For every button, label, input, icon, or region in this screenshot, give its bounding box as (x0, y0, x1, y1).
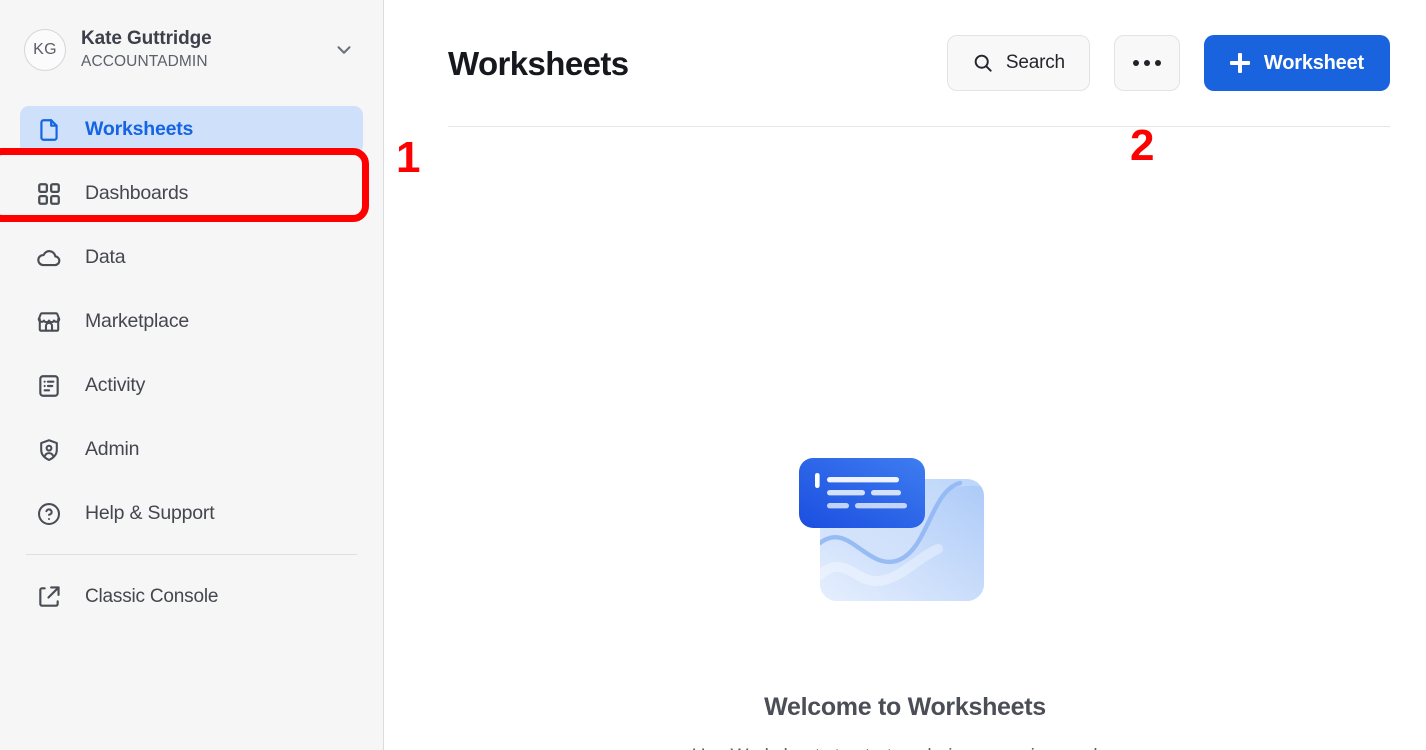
sidebar-item-label: Marketplace (85, 310, 190, 333)
empty-state-title: Welcome to Worksheets (764, 693, 1046, 721)
search-button[interactable]: Search (946, 35, 1090, 91)
cloud-icon (36, 245, 62, 271)
page-header: Worksheets Search Worksheet (384, 0, 1426, 126)
sidebar-item-label: Worksheets (85, 118, 194, 141)
account-text: Kate Guttridge ACCOUNTADMIN (81, 27, 333, 73)
new-worksheet-label: Worksheet (1263, 51, 1364, 74)
sidebar-item-label: Classic Console (85, 586, 219, 607)
storefront-icon (36, 309, 62, 335)
new-worksheet-button[interactable]: Worksheet (1203, 35, 1390, 91)
sidebar-item-label: Data (85, 246, 126, 269)
sidebar-item-admin[interactable]: Admin (20, 426, 363, 474)
header-actions: Search Worksheet (946, 35, 1390, 91)
sidebar-nav: Worksheets Dashboards Data Marketplace A… (0, 106, 383, 538)
ellipsis-icon (1132, 60, 1161, 66)
search-icon (972, 52, 994, 74)
account-switcher[interactable]: KG Kate Guttridge ACCOUNTADMIN (0, 0, 383, 100)
sidebar-item-activity[interactable]: Activity (20, 362, 363, 410)
search-button-label: Search (1005, 52, 1065, 73)
sidebar: KG Kate Guttridge ACCOUNTADMIN Worksheet… (0, 0, 384, 750)
sidebar-divider (26, 554, 357, 555)
list-doc-icon (36, 373, 62, 399)
sidebar-item-worksheets[interactable]: Worksheets (20, 106, 363, 154)
page-title: Worksheets (448, 44, 629, 82)
worksheet-illustration (799, 458, 984, 601)
avatar: KG (24, 29, 66, 71)
question-circle-icon (36, 501, 62, 527)
sidebar-item-label: Help & Support (85, 502, 215, 525)
sidebar-item-label: Dashboards (85, 182, 189, 205)
chevron-down-icon[interactable] (333, 39, 355, 61)
sidebar-item-label: Activity (85, 374, 146, 397)
grid-icon (36, 181, 62, 207)
document-icon (36, 117, 62, 143)
empty-state: Welcome to Worksheets Use Worksheets to … (384, 127, 1426, 750)
shield-user-icon (36, 437, 62, 463)
account-name: Kate Guttridge (81, 28, 212, 49)
sidebar-item-label: Admin (85, 438, 140, 461)
empty-state-subtitle: Use Worksheets to start exploring, query… (692, 746, 1118, 750)
plus-icon (1229, 53, 1250, 73)
sidebar-item-classic-console[interactable]: Classic Console (0, 573, 383, 621)
external-link-icon (36, 584, 62, 610)
app-root: KG Kate Guttridge ACCOUNTADMIN Worksheet… (0, 0, 1426, 750)
main-content: Worksheets Search Worksheet Welcome to W… (384, 0, 1426, 750)
more-options-button[interactable] (1113, 35, 1180, 91)
sidebar-item-dashboards[interactable]: Dashboards (20, 170, 363, 218)
account-role: ACCOUNTADMIN (81, 53, 208, 70)
sidebar-item-help-support[interactable]: Help & Support (20, 490, 363, 538)
sidebar-item-data[interactable]: Data (20, 234, 363, 282)
sidebar-item-marketplace[interactable]: Marketplace (20, 298, 363, 346)
